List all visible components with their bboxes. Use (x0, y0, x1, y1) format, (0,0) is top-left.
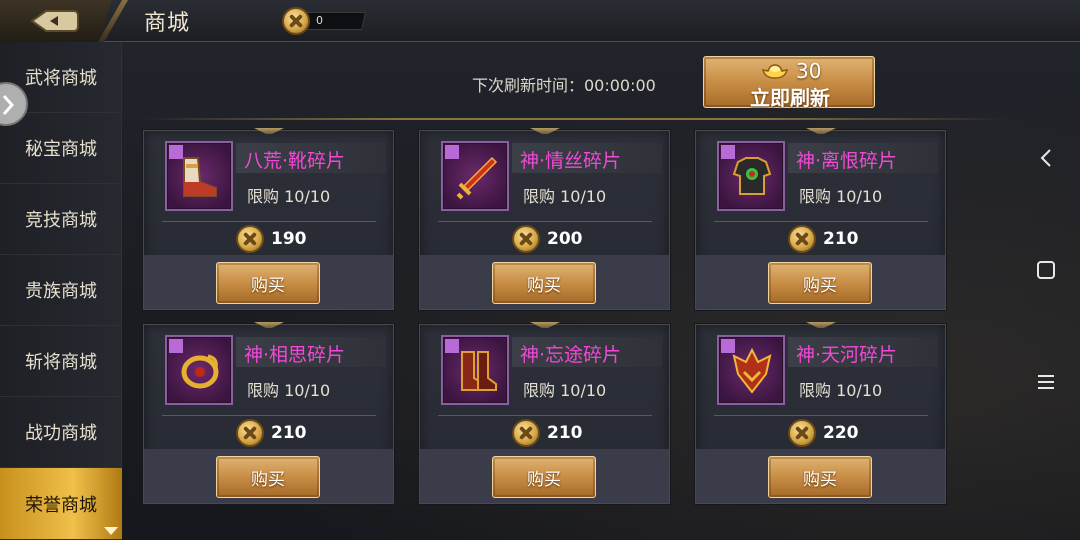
card-ornament (254, 322, 284, 328)
shop-item-card: 神·忘途碎片 限购 10/10 210 购买 (419, 322, 670, 504)
dragon-ring-icon (181, 354, 219, 389)
purchase-limit: 限购 10/10 (247, 381, 331, 400)
sidebar-item-label: 贵族商城 (25, 281, 97, 302)
chevron-right-icon (2, 95, 14, 115)
honor-currency: 0 (282, 7, 366, 35)
sidebar-item-label: 战功商城 (25, 423, 97, 444)
item-price: 210 (271, 423, 307, 443)
buy-button[interactable]: 购买 (768, 456, 872, 498)
purchase-limit: 限购 10/10 (799, 187, 883, 206)
honor-coin-icon (512, 419, 540, 447)
refresh-now-button[interactable]: 30 立即刷新 (703, 56, 875, 110)
refresh-cost: 30 (796, 59, 822, 83)
honor-coin-icon (512, 225, 540, 253)
item-price: 200 (547, 229, 583, 249)
item-price: 210 (823, 229, 859, 249)
menu-icon[interactable] (1032, 368, 1060, 396)
sidebar-item-slay-general-shop[interactable]: 斩将商城 (0, 326, 122, 397)
selected-arrow-icon (104, 527, 118, 535)
card-divider (714, 221, 928, 222)
sword-icon (456, 156, 498, 200)
purchase-limit: 限购 10/10 (247, 187, 331, 206)
boots-icon (183, 157, 217, 197)
shop-item-card: 神·天河碎片 限购 10/10 220 购买 (695, 322, 946, 504)
item-name: 神·相思碎片 (244, 344, 346, 366)
shop-item-card: 神·情丝碎片 限购 10/10 200 购买 (419, 128, 670, 310)
item-icon-frame (441, 141, 509, 211)
item-name: 神·情丝碎片 (520, 150, 622, 172)
back-button[interactable] (0, 0, 112, 42)
item-price: 190 (271, 229, 307, 249)
item-name: 神·忘途碎片 (520, 344, 622, 366)
item-icon-frame (717, 335, 785, 405)
sidebar-item-label: 武将商城 (25, 68, 97, 89)
card-ornament (806, 128, 836, 134)
armor-icon (732, 157, 772, 195)
buy-button[interactable]: 购买 (492, 262, 596, 304)
section-divider (140, 118, 1010, 120)
purchase-limit: 限购 10/10 (523, 381, 607, 400)
sidebar-item-label: 竞技商城 (25, 210, 97, 231)
item-name: 神·天河碎片 (796, 344, 898, 366)
sidebar-item-merit-shop[interactable]: 战功商城 (0, 397, 122, 468)
shop-item-card: 神·相思碎片 限购 10/10 210 购买 (143, 322, 394, 504)
page-title: 商城 (144, 11, 191, 36)
honor-coin-icon (788, 225, 816, 253)
honor-coin-icon (236, 225, 264, 253)
sidebar-item-noble-shop[interactable]: 贵族商城 (0, 255, 122, 326)
card-ornament (254, 128, 284, 134)
sidebar-item-arena-shop[interactable]: 竞技商城 (0, 184, 122, 255)
refresh-button-label: 立即刷新 (750, 86, 830, 110)
honor-coin-icon (236, 419, 264, 447)
next-refresh-time: 下次刷新时间：00:00:00 (472, 76, 656, 95)
purchase-limit: 限购 10/10 (799, 381, 883, 400)
honor-coin-icon (788, 419, 816, 447)
item-icon-frame (165, 335, 233, 405)
helmet-icon (732, 348, 772, 394)
card-divider (714, 415, 928, 416)
currency-value: 0 (316, 14, 323, 27)
war-boots-icon (461, 351, 497, 391)
honor-coin-icon (282, 7, 310, 35)
item-icon-frame (165, 141, 233, 211)
card-divider (162, 221, 376, 222)
card-divider (438, 415, 652, 416)
system-navigation (1016, 120, 1076, 420)
sidebar-item-treasure-shop[interactable]: 秘宝商城 (0, 113, 122, 184)
item-name: 神·离恨碎片 (796, 150, 898, 172)
item-icon-frame (441, 335, 509, 405)
sidebar-item-honor-shop[interactable]: 荣誉商城 (0, 468, 122, 540)
item-name: 八荒·靴碎片 (244, 150, 346, 172)
back-icon (30, 10, 79, 32)
shop-item-card: 神·离恨碎片 限购 10/10 210 购买 (695, 128, 946, 310)
item-icon-frame (717, 141, 785, 211)
item-price: 220 (823, 423, 859, 443)
buy-button[interactable]: 购买 (216, 456, 320, 498)
sidebar-item-label: 荣誉商城 (25, 494, 97, 516)
buy-button[interactable]: 购买 (768, 262, 872, 304)
item-price: 210 (547, 423, 583, 443)
sidebar-item-label: 秘宝商城 (25, 139, 97, 160)
card-divider (438, 221, 652, 222)
back-chevron-icon[interactable] (1032, 144, 1060, 172)
buy-button[interactable]: 购买 (216, 262, 320, 304)
gold-ingot-icon (762, 64, 788, 79)
top-bar: 商城 0 (0, 0, 1080, 42)
buy-button[interactable]: 购买 (492, 456, 596, 498)
card-ornament (530, 128, 560, 134)
card-ornament (806, 322, 836, 328)
purchase-limit: 限购 10/10 (523, 187, 607, 206)
card-divider (162, 415, 376, 416)
home-square-icon[interactable] (1032, 256, 1060, 284)
sidebar-item-label: 斩将商城 (25, 352, 97, 373)
shop-item-card: 八荒·靴碎片 限购 10/10 190 购买 (143, 128, 394, 310)
card-ornament (530, 322, 560, 328)
